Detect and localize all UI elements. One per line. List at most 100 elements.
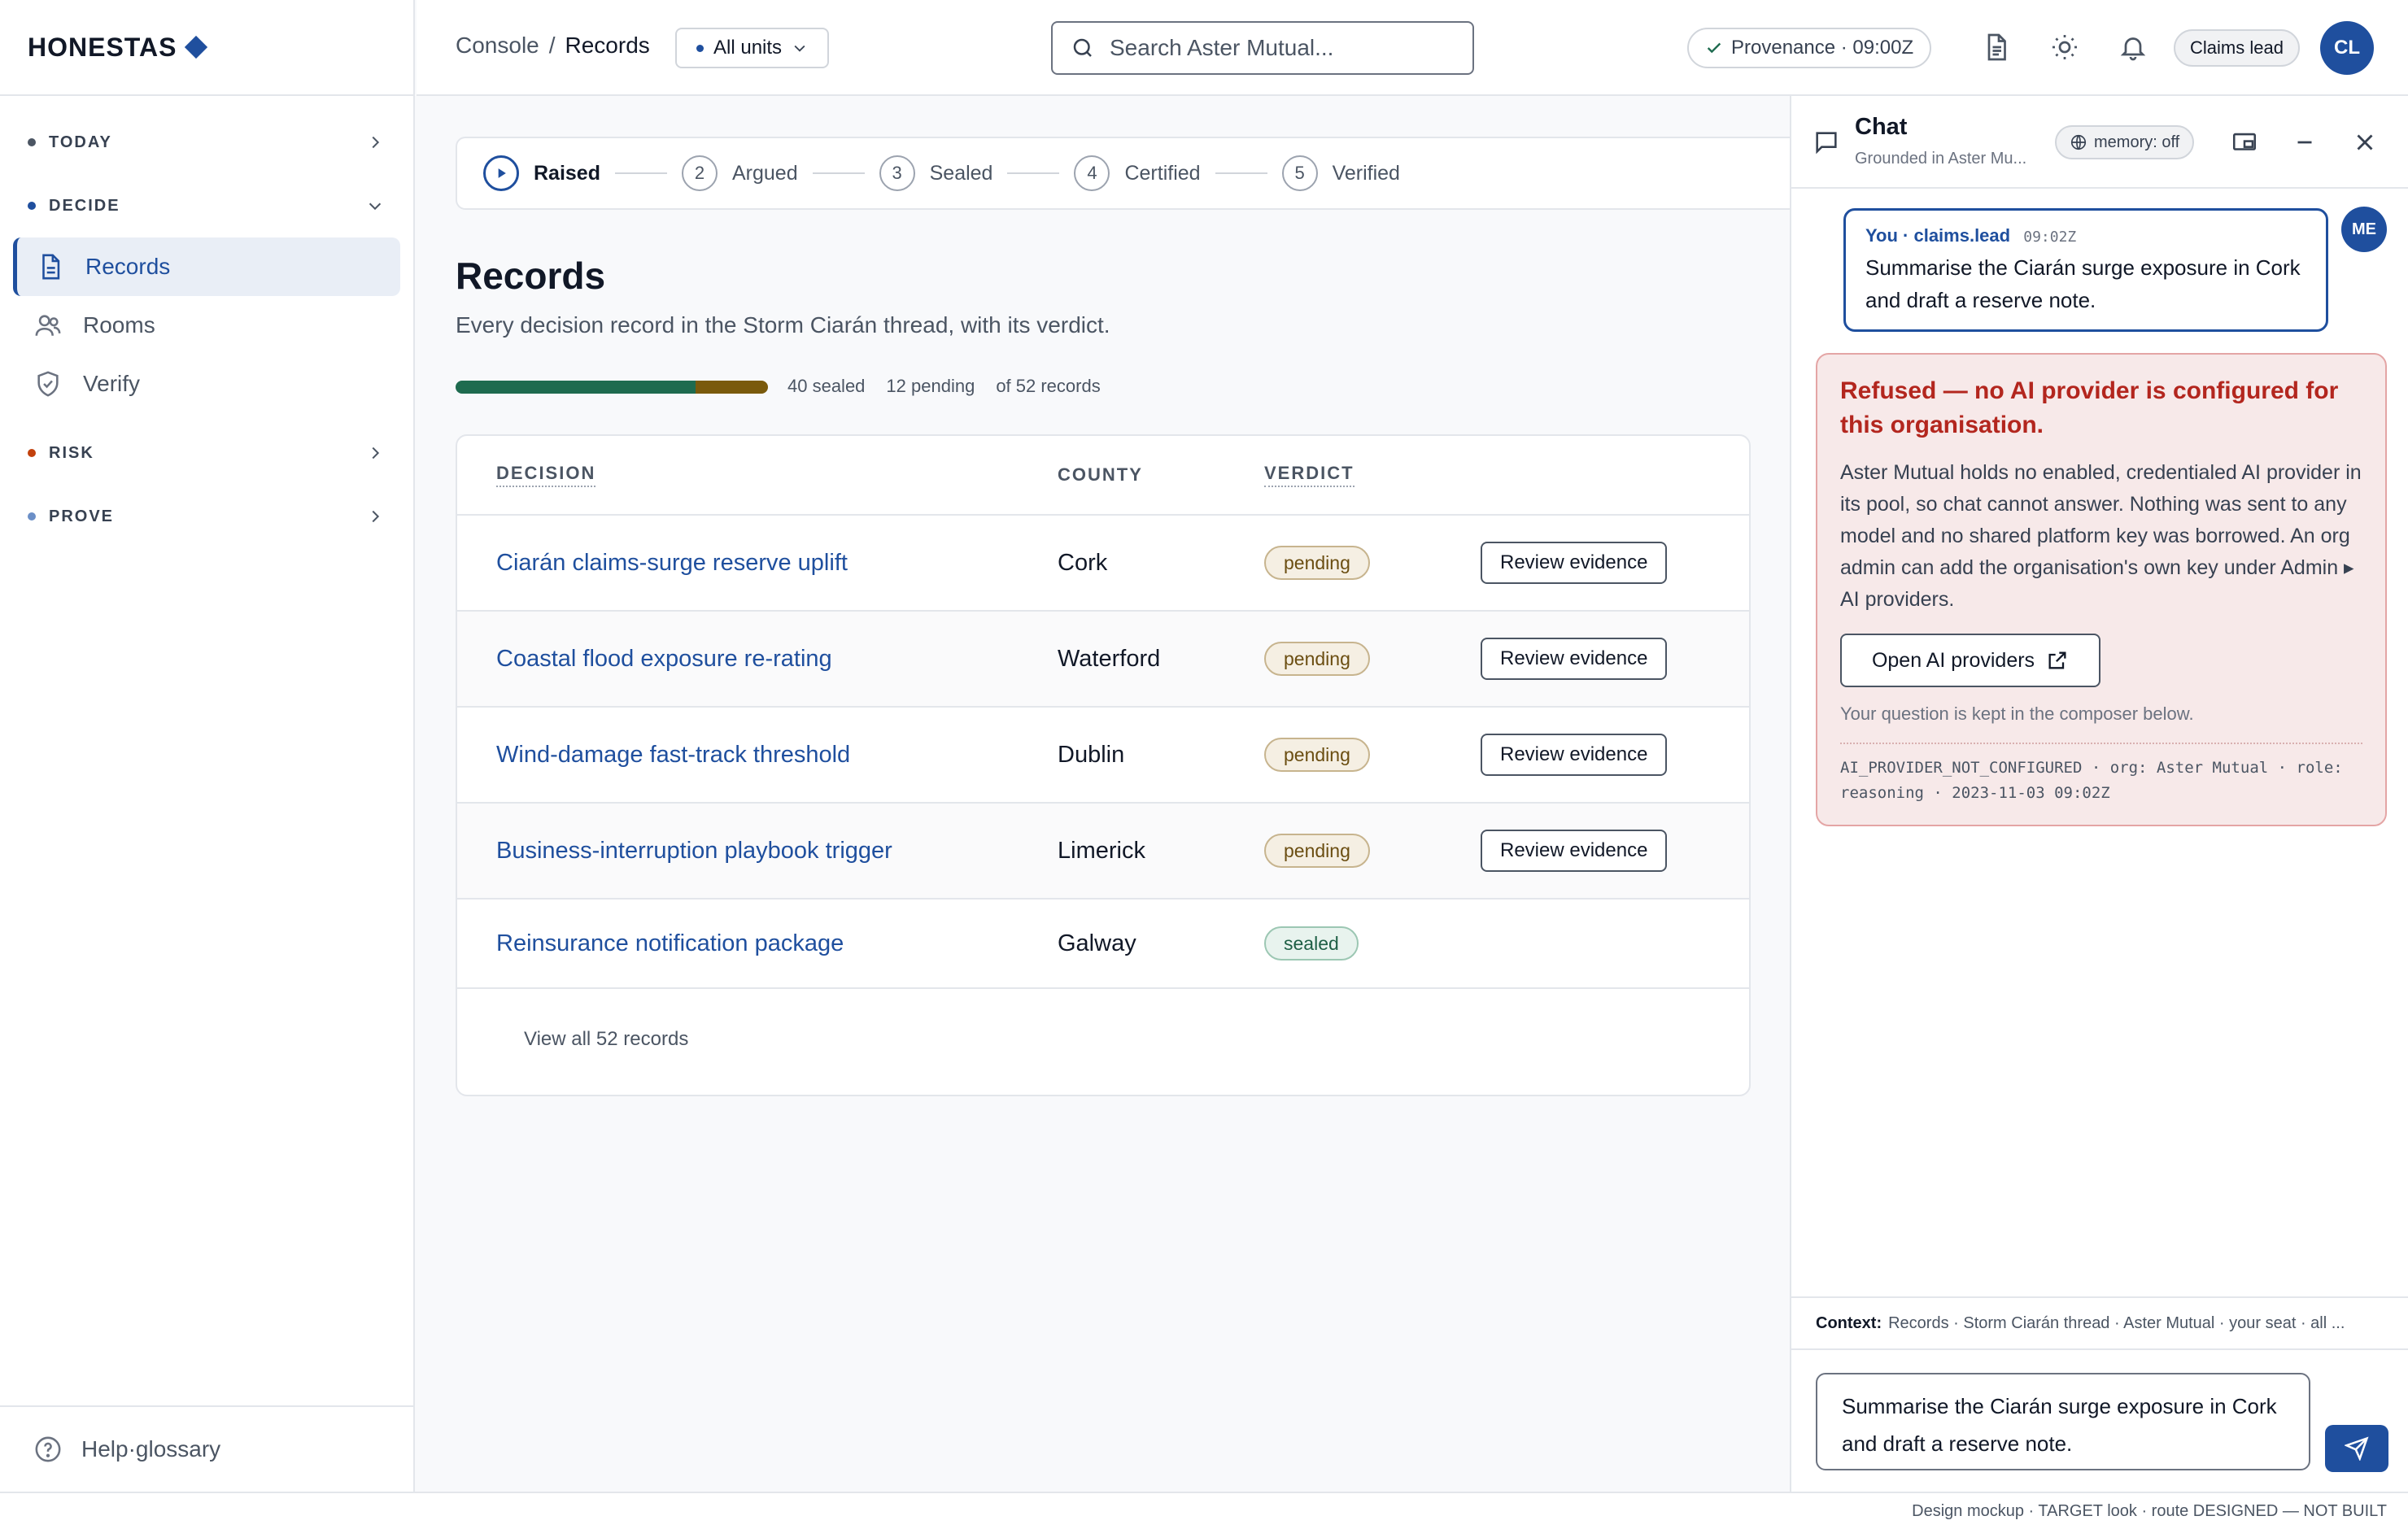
memory-label: memory: off bbox=[2094, 133, 2180, 151]
county-cell: Limerick bbox=[1058, 837, 1145, 864]
step-raised[interactable]: Raised bbox=[483, 155, 600, 191]
message-author: You · claims.lead bbox=[1865, 225, 2011, 246]
context-value: Records · Storm Ciarán thread · Aster Mu… bbox=[1888, 1313, 2345, 1332]
decision-link[interactable]: Reinsurance notification package bbox=[496, 930, 844, 957]
user-message: You · claims.lead 09:02Z Summarise the C… bbox=[1843, 208, 2328, 332]
sidebar-item-rooms[interactable]: Rooms bbox=[13, 296, 400, 355]
step-connector bbox=[812, 172, 865, 174]
table-row: Reinsurance notification package Galway … bbox=[457, 900, 1749, 989]
review-evidence-button[interactable]: Review evidence bbox=[1481, 830, 1668, 872]
review-evidence-button[interactable]: Review evidence bbox=[1481, 542, 1668, 584]
workflow-stepper: Raised 2 Argued 3 Sealed 4 Certified 5 V… bbox=[456, 137, 1790, 210]
review-evidence-button[interactable]: Review evidence bbox=[1481, 734, 1668, 776]
step-certified[interactable]: 4 Certified bbox=[1074, 155, 1201, 191]
decision-link[interactable]: Ciarán claims-surge reserve uplift bbox=[496, 550, 848, 577]
search-input[interactable]: Search Aster Mutual... bbox=[1051, 21, 1474, 75]
step-number: 4 bbox=[1074, 155, 1110, 191]
sun-icon[interactable] bbox=[2050, 33, 2079, 62]
view-all-records-link[interactable]: View all 52 records bbox=[524, 1028, 688, 1051]
step-number: 5 bbox=[1281, 155, 1318, 191]
step-argued[interactable]: 2 Argued bbox=[681, 155, 798, 191]
nav-section-decide[interactable]: DECIDE bbox=[0, 174, 413, 237]
bell-icon[interactable] bbox=[2118, 33, 2148, 62]
nav-section-label: RISK bbox=[49, 443, 94, 462]
decision-link[interactable]: Business-interruption playbook trigger bbox=[496, 838, 892, 865]
step-number: 3 bbox=[879, 155, 915, 191]
breadcrumb-current: Records bbox=[565, 33, 650, 58]
role-badge[interactable]: Claims lead bbox=[2174, 29, 2300, 67]
sealed-count: 40 sealed bbox=[787, 376, 866, 396]
records-table: DECISION COUNTY VERDICT Ciarán claims-su… bbox=[456, 434, 1751, 1096]
nav-section-label: PROVE bbox=[49, 507, 115, 525]
breadcrumb: Console / Records bbox=[456, 33, 650, 59]
header-decision[interactable]: DECISION bbox=[496, 463, 596, 487]
users-icon bbox=[35, 315, 61, 336]
help-glossary-link[interactable]: Help·glossary bbox=[0, 1405, 413, 1492]
play-icon bbox=[483, 155, 519, 191]
total-count: of 52 records bbox=[996, 376, 1101, 396]
step-verified[interactable]: 5 Verified bbox=[1281, 155, 1400, 191]
step-connector bbox=[1007, 172, 1060, 174]
sidebar-item-verify[interactable]: Verify bbox=[13, 355, 400, 413]
provenance-label: Provenance · 09:00Z bbox=[1731, 37, 1914, 59]
units-dropdown[interactable]: All units bbox=[675, 28, 830, 68]
avatar[interactable]: CL bbox=[2320, 21, 2374, 75]
nav-section-label: TODAY bbox=[49, 133, 112, 151]
verdict-badge: sealed bbox=[1264, 926, 1359, 961]
open-ai-providers-button[interactable]: Open AI providers bbox=[1840, 634, 2100, 687]
step-connector bbox=[614, 172, 667, 174]
county-cell: Cork bbox=[1058, 549, 1108, 576]
provenance-badge[interactable]: Provenance · 09:00Z bbox=[1687, 28, 1932, 68]
county-cell: Waterford bbox=[1058, 645, 1161, 672]
records-progress-bar bbox=[456, 381, 768, 394]
sidebar-item-label: Rooms bbox=[83, 312, 155, 338]
nav-section-prove[interactable]: PROVE bbox=[0, 485, 413, 548]
decision-link[interactable]: Coastal flood exposure re-rating bbox=[496, 646, 832, 673]
chat-composer-input[interactable]: Summarise the Ciarán surge exposure in C… bbox=[1816, 1373, 2310, 1470]
breadcrumb-console[interactable]: Console bbox=[456, 33, 539, 59]
verdict-badge: pending bbox=[1264, 834, 1370, 868]
dock-icon[interactable] bbox=[2231, 129, 2258, 156]
chevron-right-icon bbox=[372, 447, 380, 460]
context-strip: Context: Records · Storm Ciarán thread ·… bbox=[1791, 1296, 2408, 1350]
section-dot bbox=[28, 138, 36, 146]
sidebar-item-records[interactable]: Records bbox=[13, 237, 400, 296]
step-number: 2 bbox=[681, 155, 718, 191]
help-glossary-label: Help·glossary bbox=[81, 1436, 221, 1461]
step-label: Raised bbox=[534, 161, 600, 185]
help-circle-icon bbox=[35, 1436, 61, 1462]
nav-section-risk[interactable]: RISK bbox=[0, 421, 413, 485]
chat-header: Chat Grounded in Aster Mu... memory: off bbox=[1791, 96, 2408, 189]
pending-count: 12 pending bbox=[886, 376, 975, 396]
units-label: All units bbox=[713, 37, 783, 59]
nav-section-today[interactable]: TODAY bbox=[0, 111, 413, 174]
chat-panel: Chat Grounded in Aster Mu... memory: off… bbox=[1790, 96, 2408, 1492]
nav-section-label: DECIDE bbox=[49, 196, 120, 215]
message-text: Summarise the Ciarán surge exposure in C… bbox=[1865, 255, 2301, 312]
step-label: Certified bbox=[1124, 161, 1201, 185]
header-verdict[interactable]: VERDICT bbox=[1264, 463, 1354, 487]
county-cell: Dublin bbox=[1058, 741, 1125, 768]
page-subtitle: Every decision record in the Storm Ciará… bbox=[456, 312, 1110, 338]
brand-diamond-icon bbox=[185, 35, 208, 59]
refusal-title: Refused — no AI provider is configured f… bbox=[1840, 377, 2339, 438]
table-body: Ciarán claims-surge reserve uplift Cork … bbox=[457, 516, 1749, 989]
progress-stats: 40 sealed 12 pending of 52 records bbox=[787, 376, 1101, 397]
step-sealed[interactable]: 3 Sealed bbox=[879, 155, 992, 191]
refusal-body: Aster Mutual holds no enabled, credentia… bbox=[1840, 461, 2362, 611]
close-icon[interactable] bbox=[2351, 129, 2379, 156]
send-button[interactable] bbox=[2325, 1425, 2388, 1472]
decision-link[interactable]: Wind-damage fast-track threshold bbox=[496, 742, 850, 769]
memory-toggle[interactable]: memory: off bbox=[2055, 125, 2195, 159]
brand-logo[interactable]: HONESTAS bbox=[0, 0, 413, 96]
page-title: Records bbox=[456, 255, 606, 297]
sidebar-item-label: Verify bbox=[83, 371, 141, 396]
review-evidence-button[interactable]: Review evidence bbox=[1481, 638, 1668, 680]
section-dot bbox=[28, 512, 36, 521]
document-icon[interactable] bbox=[1982, 33, 2011, 62]
section-dot bbox=[28, 449, 36, 457]
error-code: AI_PROVIDER_NOT_CONFIGURED · org: Aster … bbox=[1840, 743, 2362, 806]
chevron-down-icon bbox=[794, 45, 805, 52]
header-county: COUNTY bbox=[1058, 464, 1143, 485]
minimize-icon[interactable] bbox=[2291, 129, 2319, 156]
